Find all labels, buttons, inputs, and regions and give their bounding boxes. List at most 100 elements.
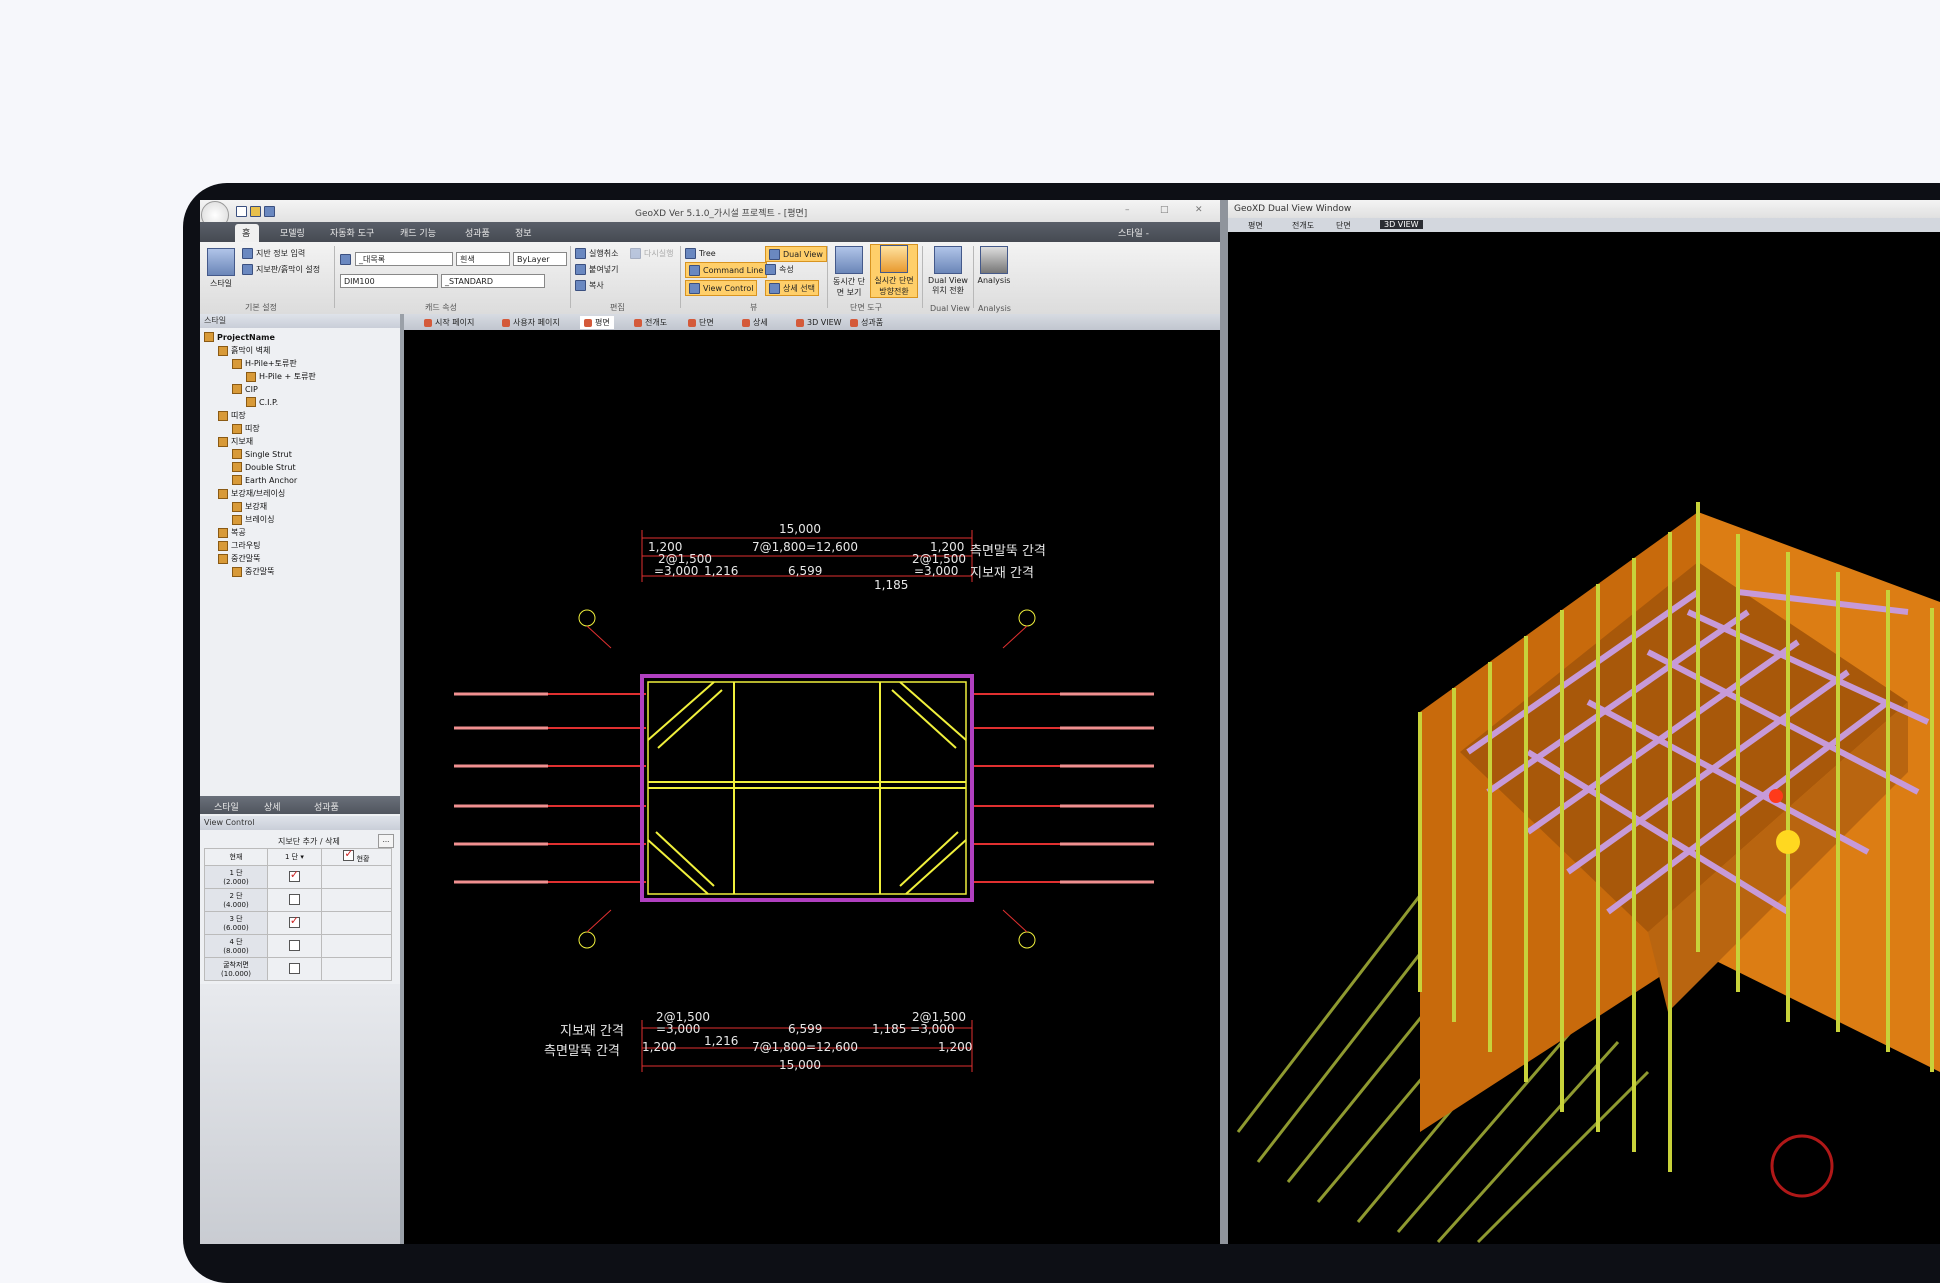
document-tab[interactable]: 단면 [688, 316, 714, 329]
stage-checkbox[interactable] [288, 962, 300, 974]
stage-current-cell [320, 934, 393, 958]
document-tab[interactable]: 상세 [742, 316, 768, 329]
dual-view-tab[interactable]: 평면 [1248, 220, 1263, 231]
menu-cad[interactable]: 캐드 기능 [400, 226, 436, 239]
tree-node[interactable]: 중간말뚝 [218, 553, 260, 564]
document-tab[interactable]: 3D VIEW [796, 316, 842, 329]
dual-view-toggle[interactable]: Dual View [765, 246, 827, 262]
tree-node[interactable]: 복공 [218, 527, 246, 538]
document-tab[interactable]: 평면 [580, 316, 614, 329]
tree-node[interactable]: CIP [232, 384, 258, 394]
tree-node-label: Double Strut [245, 462, 296, 472]
stage-current-cell [320, 911, 393, 935]
style-button[interactable]: 스타일 [204, 248, 238, 289]
tree-node[interactable]: H-Pile + 토류판 [246, 371, 316, 382]
menu-output[interactable]: 성과품 [465, 226, 490, 239]
tree-node[interactable]: C.I.P. [246, 397, 278, 407]
tree-node[interactable]: 띠장 [232, 423, 260, 434]
properties-button[interactable]: 속성 [765, 262, 794, 276]
menu-automation[interactable]: 자동화 도구 [330, 226, 374, 239]
tree-node[interactable]: 브레이싱 [232, 514, 274, 525]
copy-button[interactable]: 복사 [575, 278, 604, 292]
command-line-toggle[interactable]: Command Line [685, 262, 768, 278]
split-divider[interactable] [1220, 200, 1228, 1244]
top-middle-dim: 7@1,800=12,600 [752, 540, 859, 554]
ground-input-button[interactable]: 지반 정보 입력 [242, 246, 305, 260]
stage-checkbox[interactable] [288, 914, 300, 928]
group-cad-props: 캐드 속성 [425, 303, 457, 312]
anchor-bonds-left [454, 692, 548, 884]
dual-view-position-button[interactable]: Dual View 위치 전환 [926, 246, 970, 296]
stage-checkbox[interactable] [288, 939, 300, 951]
ground-icon [242, 247, 253, 259]
simultaneous-section-button[interactable]: 동시간 단면 보기 [832, 246, 866, 298]
menu-modeling[interactable]: 모델링 [280, 226, 305, 239]
redo-button[interactable]: 다시실행 [630, 246, 673, 260]
tree-node[interactable]: 보강재 [232, 501, 267, 512]
maximize-button[interactable]: □ [1160, 205, 1169, 215]
tree-node[interactable]: 띠장 [218, 410, 246, 421]
analysis-button[interactable]: Analysis [977, 246, 1011, 285]
dual-view-tabs: 평면 전개도 단면 3D VIEW [1228, 218, 1940, 232]
current-all-checkbox[interactable] [343, 847, 355, 861]
cad-viewport[interactable]: 15,000 1,200 7@1,800=12,600 1,200 측면말뚝 간… [404, 330, 1220, 1244]
document-tab[interactable]: 시작 페이지 [424, 316, 474, 329]
layer-select[interactable]: _대목록 [355, 252, 453, 266]
3d-view-canvas[interactable] [1228, 232, 1940, 1244]
tab-output[interactable]: 성과품 [314, 800, 339, 813]
tab-style[interactable]: 스타일 [214, 800, 239, 813]
document-tab[interactable]: 사용자 페이지 [502, 316, 560, 329]
new-file-icon[interactable] [236, 206, 247, 217]
stage-label: 2 단 (4.000) [204, 888, 268, 912]
tree-node[interactable]: Single Strut [232, 449, 292, 459]
save-icon[interactable] [264, 206, 275, 217]
linetype-select[interactable]: ByLayer [513, 252, 567, 266]
document-tab[interactable]: 전개도 [634, 316, 667, 329]
plan-drawing [454, 530, 1154, 1072]
menu-info[interactable]: 정보 [515, 226, 532, 239]
style-selector[interactable]: 스타일 - [1118, 226, 1149, 239]
copy-icon [575, 279, 586, 291]
tree-node[interactable]: ProjectName [204, 332, 275, 342]
tree-node[interactable]: H-Pile+토류판 [232, 358, 297, 369]
realtime-section-button[interactable]: 실시간 단면 방향전환 [870, 244, 918, 298]
detail-select-toggle[interactable]: 상세 선택 [765, 280, 819, 296]
document-tab-icon [424, 318, 432, 327]
stage-checkbox[interactable] [288, 893, 300, 905]
view-control-toggle[interactable]: View Control [685, 280, 758, 296]
tree-node[interactable]: 그라우팅 [218, 540, 260, 551]
paste-button[interactable]: 붙여넣기 [575, 262, 618, 276]
folder-icon [246, 397, 256, 407]
wall-settings-button[interactable]: 지보판/흙막이 설정 [242, 262, 320, 276]
textstyle-select[interactable]: _STANDARD [441, 274, 545, 288]
tree-node[interactable]: 지보재 [218, 436, 253, 447]
tree-node[interactable]: 흙막이 벽체 [218, 345, 270, 356]
undo-button[interactable]: 실행취소 [575, 246, 618, 260]
menu-home[interactable]: 홈 [242, 226, 250, 239]
add-remove-stage-button[interactable]: ... [378, 834, 394, 848]
close-button[interactable]: ✕ [1195, 205, 1203, 215]
stage-checkbox[interactable] [288, 868, 300, 882]
group-view: 뷰 [750, 303, 758, 312]
stage-select[interactable]: 1 단 ▾ [267, 848, 322, 866]
paste-icon [575, 263, 586, 275]
dimstyle-select[interactable]: DIM100 [340, 274, 438, 288]
tree-node[interactable]: 중간말뚝 [232, 566, 274, 577]
tab-detail[interactable]: 상세 [264, 800, 281, 813]
dual-view-tab[interactable]: 전개도 [1292, 220, 1314, 231]
stage-column-header: 현재 [204, 848, 268, 866]
stage-name: 굴착저면 [223, 961, 249, 969]
anchor-bonds-right [1060, 692, 1154, 884]
tree-node[interactable]: 보강재/브레이싱 [218, 488, 285, 499]
document-tab[interactable]: 성과품 [850, 316, 883, 329]
tree-button[interactable]: Tree [685, 246, 716, 260]
tree-node[interactable]: Earth Anchor [232, 475, 297, 485]
minimize-button[interactable]: – [1125, 205, 1130, 215]
stage-current-cell [320, 865, 393, 889]
open-folder-icon[interactable] [250, 206, 261, 217]
dual-view-tab[interactable]: 3D VIEW [1380, 220, 1423, 229]
top-a-dim: 1,216 [704, 564, 739, 578]
color-select[interactable]: 흰색 [456, 252, 510, 266]
dual-view-tab[interactable]: 단면 [1336, 220, 1351, 231]
tree-node[interactable]: Double Strut [232, 462, 296, 472]
